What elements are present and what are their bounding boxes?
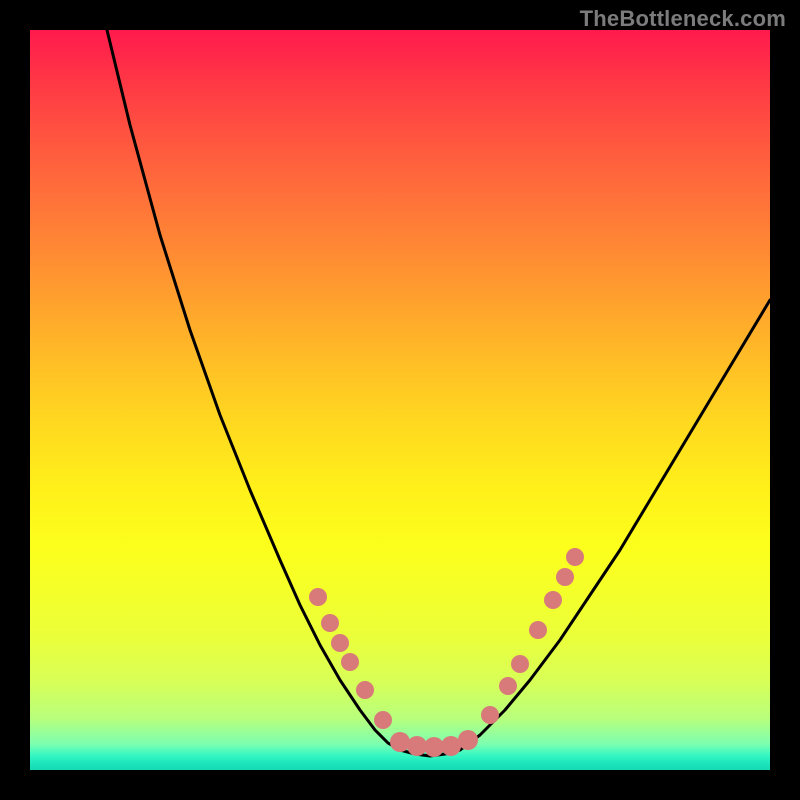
data-marker: [511, 655, 529, 673]
data-marker: [481, 706, 499, 724]
data-marker: [499, 677, 517, 695]
marker-group: [309, 548, 584, 757]
data-marker: [424, 737, 444, 757]
data-marker: [374, 711, 392, 729]
data-marker: [309, 588, 327, 606]
data-marker: [566, 548, 584, 566]
chart-svg: [30, 30, 770, 770]
data-marker: [407, 736, 427, 756]
data-marker: [390, 732, 410, 752]
curve-group: [107, 30, 770, 756]
watermark-text: TheBottleneck.com: [580, 6, 786, 32]
data-marker: [458, 730, 478, 750]
outer-frame: TheBottleneck.com: [0, 0, 800, 800]
data-marker: [544, 591, 562, 609]
plot-area: [30, 30, 770, 770]
data-marker: [341, 653, 359, 671]
data-marker: [529, 621, 547, 639]
data-marker: [321, 614, 339, 632]
data-marker: [356, 681, 374, 699]
data-marker: [441, 736, 461, 756]
data-marker: [556, 568, 574, 586]
curve-path: [107, 30, 770, 756]
data-marker: [331, 634, 349, 652]
